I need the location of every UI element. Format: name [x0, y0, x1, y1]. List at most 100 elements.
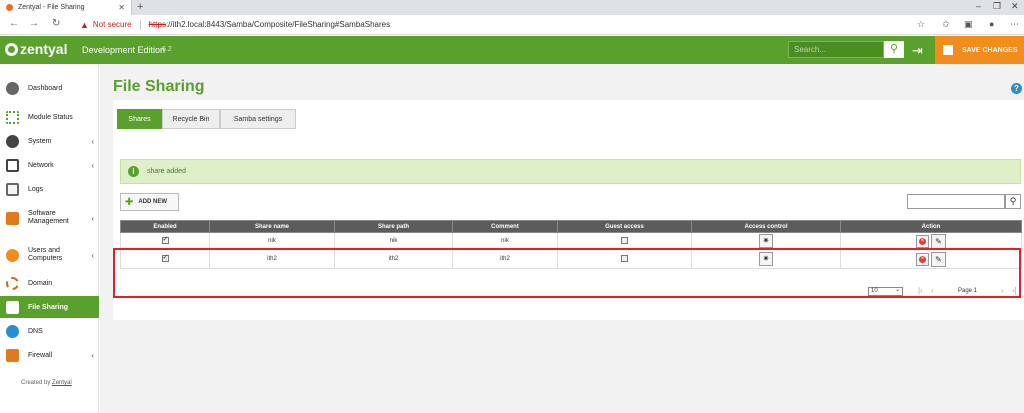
dashboard-icon [6, 81, 19, 95]
minimize-icon[interactable]: – [976, 1, 981, 11]
save-changes-label: SAVE CHANGES [962, 46, 1018, 54]
network-icon [6, 158, 19, 172]
sidebar-item-label: DNS [28, 327, 43, 335]
sidebar-item-label: Firewall [28, 351, 53, 359]
save-disk-icon [943, 45, 953, 55]
created-by-label: Created by [21, 380, 51, 386]
collections-icon[interactable]: ▣ [964, 19, 973, 30]
sidebar-item-users-and-computers[interactable]: Users and Computers ‹ [0, 244, 99, 266]
star-icon[interactable]: ☆ [917, 19, 925, 30]
sidebar-item-module-status[interactable]: Module Status [0, 109, 99, 125]
software-box-icon [6, 211, 19, 225]
sidebar-item-label: System [28, 137, 52, 145]
browser-tab-title: Zentyal - File Sharing [18, 4, 85, 11]
table-filter-input[interactable] [907, 194, 1005, 209]
zentyal-link[interactable]: Zentyal [52, 380, 72, 386]
url-text: ://ith2.local:8443/Samba/Composite/FileS… [165, 20, 391, 29]
warning-icon: ▲ [80, 19, 89, 30]
table-row: nik nik nik ✷ ✎ [120, 232, 1022, 250]
success-message-text: share added [147, 168, 186, 175]
profile-icon[interactable]: ● [989, 19, 994, 29]
search-input[interactable]: Search... [788, 41, 884, 58]
sidebar-item-label: Software Management [28, 210, 69, 225]
tab-samba-settings[interactable]: Samba settings [220, 109, 296, 129]
sidebar-item-label: Domain [28, 279, 53, 287]
col-header-share-path[interactable]: Share path [334, 220, 453, 233]
plus-icon: ✚ [125, 196, 134, 208]
share-path-cell: nik [334, 232, 453, 250]
sidebar-item-logs[interactable]: Logs [0, 181, 99, 197]
col-header-enabled[interactable]: Enabled [120, 220, 210, 233]
info-icon: i [128, 166, 139, 177]
access-control-cell: ✷ [691, 232, 841, 250]
dns-icon [6, 324, 19, 338]
save-changes-button[interactable]: SAVE CHANGES [935, 36, 1024, 64]
col-header-access-control[interactable]: Access control [691, 220, 841, 233]
logout-icon[interactable]: ⇥ [912, 43, 923, 59]
app-header: zentyal Development Edition 6.2 Search..… [0, 36, 1024, 64]
edition-label: Development Edition [82, 45, 166, 55]
chevron-left-icon: ‹ [91, 136, 94, 146]
restore-icon[interactable]: ❐ [993, 1, 1001, 12]
action-cell: ✎ [840, 232, 1022, 250]
col-header-comment[interactable]: Comment [452, 220, 558, 233]
comment-cell: nik [452, 232, 558, 250]
page-title: File Sharing [113, 78, 205, 95]
forward-icon[interactable]: → [29, 18, 39, 29]
edit-pencil-icon[interactable]: ✎ [931, 233, 946, 249]
sidebar-item-label: Logs [28, 185, 44, 193]
firewall-icon [6, 348, 19, 362]
new-tab-button[interactable]: + [137, 1, 143, 13]
sidebar-item-dns[interactable]: DNS [0, 323, 99, 339]
created-by-footer: Created by Zentyal [21, 380, 72, 386]
version-label: 6.2 [162, 46, 172, 53]
zentyal-favicon-icon [6, 4, 13, 11]
guest-access-checkbox[interactable] [621, 236, 628, 244]
url-field[interactable]: ▲ Not secure https ://ith2.local:8443/Sa… [80, 17, 930, 32]
reload-icon[interactable]: ↻ [52, 18, 60, 29]
back-icon[interactable]: ← [9, 18, 19, 29]
col-header-guest-access[interactable]: Guest access [557, 220, 692, 233]
highlight-annotation-box [113, 248, 1021, 298]
col-header-share-name[interactable]: Share name [209, 220, 335, 233]
share-name-cell: nik [209, 232, 335, 250]
browser-tab-bar: Zentyal - File Sharing ✕ + – ❐ ✕ [0, 0, 1024, 15]
close-window-icon[interactable]: ✕ [1011, 1, 1019, 12]
sidebar-item-file-sharing[interactable]: File Sharing [0, 296, 99, 318]
help-icon[interactable]: ? [1011, 83, 1022, 94]
users-icon [6, 248, 19, 262]
module-status-icon [6, 110, 19, 124]
logs-icon [6, 182, 19, 196]
col-header-action: Action [840, 220, 1022, 233]
browser-tab[interactable]: Zentyal - File Sharing ✕ [0, 0, 132, 15]
enabled-checkbox[interactable] [161, 235, 169, 244]
sidebar-item-firewall[interactable]: Firewall ‹ [0, 347, 99, 363]
access-control-gear-icon[interactable]: ✷ [759, 234, 773, 248]
more-icon[interactable]: ⋯ [1010, 19, 1019, 30]
delete-icon[interactable] [916, 234, 929, 248]
search-icon[interactable]: ⚲ [884, 41, 904, 58]
tab-recycle-bin[interactable]: Recycle Bin [162, 109, 220, 129]
sidebar-item-label: Users and Computers [28, 247, 63, 262]
favorites-icon[interactable]: ✩ [942, 19, 950, 30]
sidebar-item-label: Dashboard [28, 84, 63, 92]
gear-icon [6, 134, 19, 148]
sidebar-item-software-management[interactable]: Software Management ‹ [0, 207, 99, 229]
sidebar-item-network[interactable]: Network ‹ [0, 157, 99, 173]
add-new-button[interactable]: ✚ ADD NEW [120, 193, 179, 211]
tab-shares[interactable]: Shares [117, 109, 162, 129]
not-secure-label[interactable]: Not secure [93, 20, 132, 29]
sidebar-item-system[interactable]: System ‹ [0, 133, 99, 149]
search-icon[interactable]: ⚲ [1005, 194, 1021, 209]
chevron-left-icon: ‹ [91, 213, 94, 223]
success-message: i share added [120, 159, 1021, 184]
logo-ring-icon [5, 42, 18, 56]
sidebar-item-domain[interactable]: Domain [0, 275, 99, 291]
sidebar-item-dashboard[interactable]: Dashboard [0, 80, 99, 96]
file-sharing-icon [6, 300, 19, 314]
logo-text: zentyal [20, 41, 68, 57]
zentyal-logo[interactable]: zentyal [5, 41, 67, 57]
guest-access-cell [557, 232, 692, 250]
add-new-label: ADD NEW [138, 199, 168, 205]
close-tab-icon[interactable]: ✕ [118, 3, 125, 12]
